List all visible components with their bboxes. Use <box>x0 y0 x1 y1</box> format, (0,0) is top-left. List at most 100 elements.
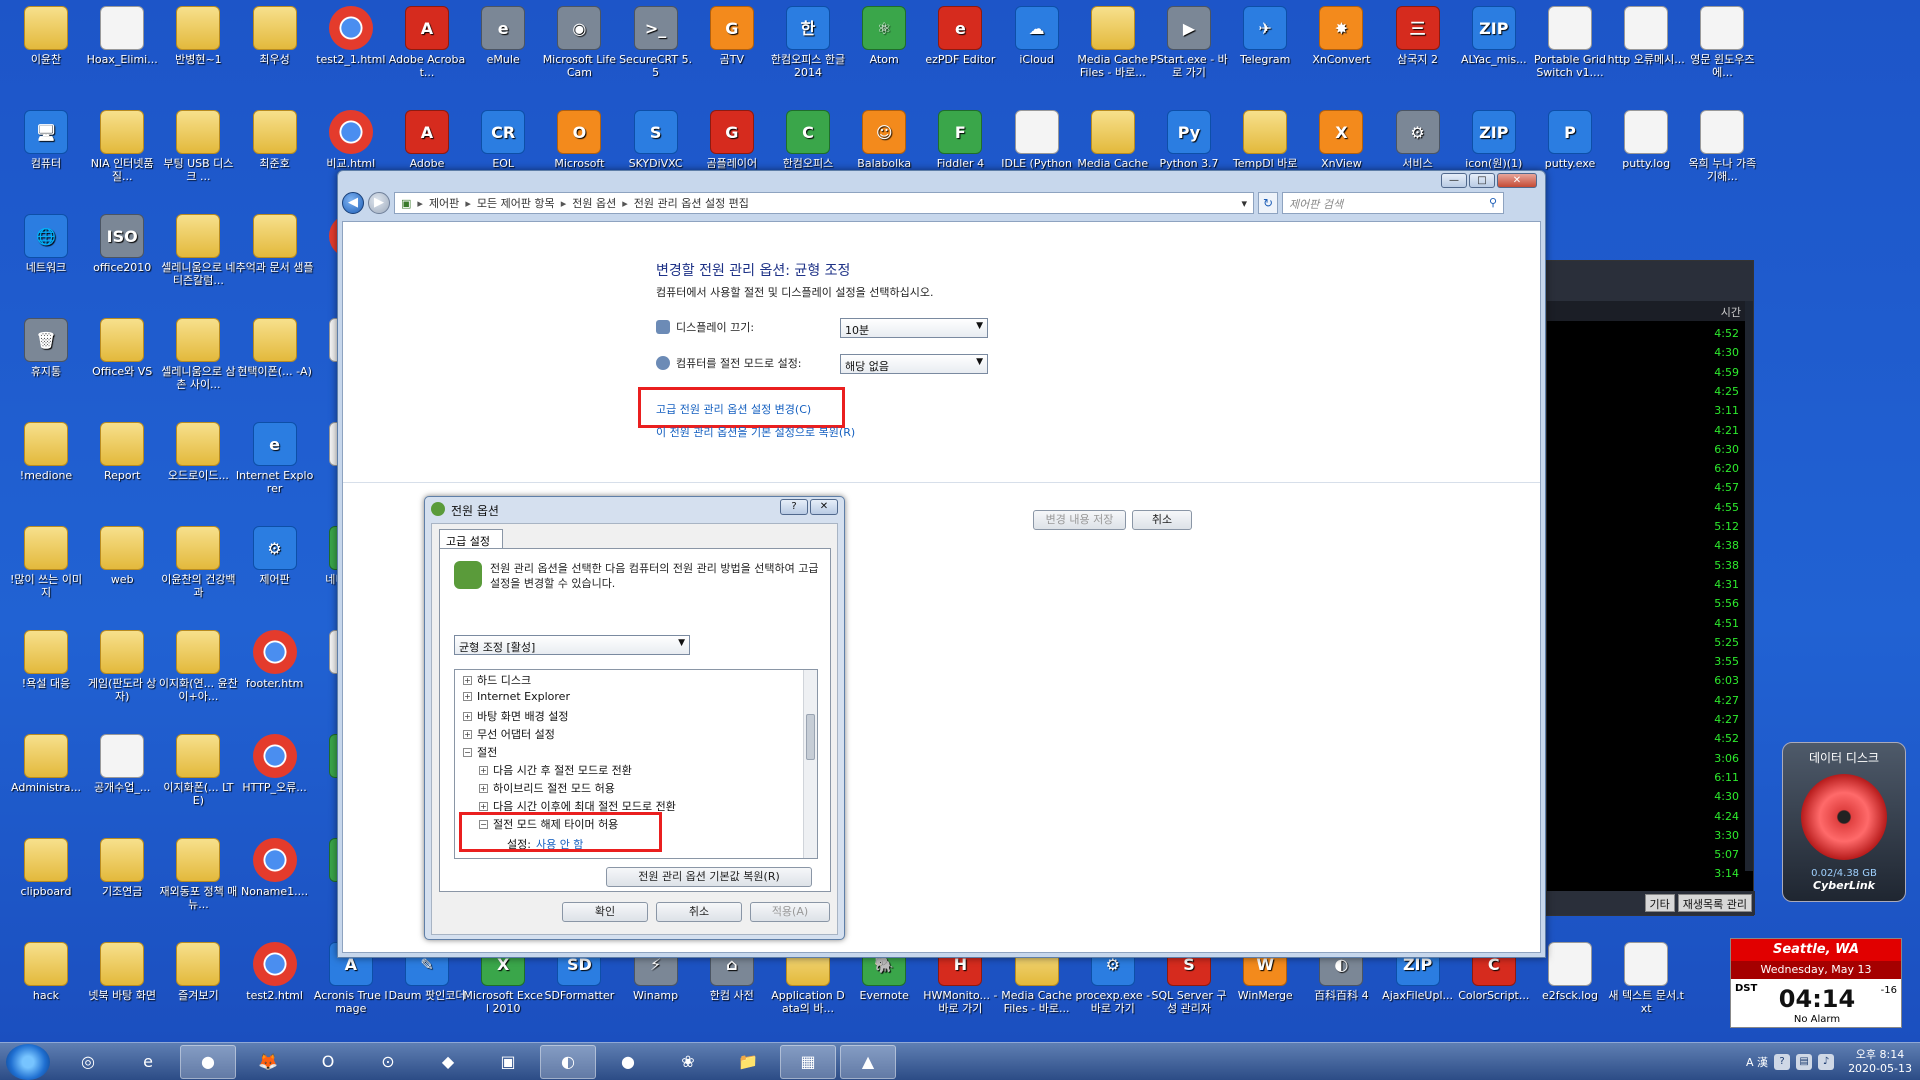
breadcrumb-4[interactable]: 전원 관리 옵션 설정 편집 <box>634 195 749 211</box>
player-etc-button[interactable]: 기타 <box>1644 894 1675 912</box>
address-dropdown-icon[interactable]: ▾ <box>1241 197 1247 210</box>
desktop-icon[interactable]: 재외동포 정책 매뉴... <box>158 834 238 934</box>
player-track-time[interactable]: 6:30 <box>1714 443 1739 456</box>
taskbar-app-button[interactable]: ▣ <box>480 1045 536 1079</box>
desktop-icon[interactable]: ◉ Microsoft LifeCam <box>539 2 619 102</box>
desktop-icon[interactable]: Office와 VS <box>82 314 162 414</box>
player-playlist-button[interactable]: 재생목록 관리 <box>1677 894 1752 912</box>
desktop-icon[interactable]: 추억과 문서 샘플 <box>235 210 315 310</box>
taskbar-app-button[interactable]: ▲ <box>840 1044 896 1079</box>
desktop-icon[interactable]: !욕설 대응 <box>6 626 86 726</box>
taskbar-app-button[interactable]: ● <box>180 1044 236 1079</box>
dialog-cancel-button[interactable]: 취소 <box>656 902 742 922</box>
close-button[interactable]: ✕ <box>1497 173 1537 188</box>
desktop-icon[interactable]: 넷북 바탕 화면 <box>82 938 162 1038</box>
desktop-icon[interactable]: >_ SecureCRT 5.5 <box>616 2 696 102</box>
taskbar-app-button[interactable]: ◎ <box>60 1045 116 1079</box>
tree-scrollbar[interactable] <box>803 670 817 858</box>
sleep-select[interactable]: 해당 없음 ▼ <box>840 354 988 374</box>
desktop-icon[interactable]: 최준호 <box>235 106 315 206</box>
restore-plan-defaults-button[interactable]: 전원 관리 옵션 기본값 복원(R) <box>606 867 812 887</box>
display-off-select[interactable]: 10분 ▼ <box>840 318 988 338</box>
player-track-time[interactable]: 3:30 <box>1714 829 1739 842</box>
dialog-close-button[interactable]: ✕ <box>810 499 838 515</box>
tree-item[interactable]: + 다음 시간 후 절전 모드로 전환 <box>479 762 632 778</box>
breadcrumb-3[interactable]: 전원 옵션 <box>572 195 616 211</box>
breadcrumb-2[interactable]: 모든 제어판 항목 <box>477 195 555 211</box>
desktop-icon[interactable]: ⚛ Atom <box>844 2 924 102</box>
desktop-icon[interactable]: Administra... <box>6 730 86 830</box>
desktop-icon[interactable]: !medione <box>6 418 86 518</box>
desktop-icon[interactable]: putty.log <box>1606 106 1686 206</box>
maximize-button[interactable]: □ <box>1469 173 1495 188</box>
desktop-icon[interactable]: 영문 윈도우즈에... <box>1682 2 1762 102</box>
desktop-icon[interactable]: A Adobe Acrobat... <box>387 2 467 102</box>
desktop-icon[interactable]: 게임(판도라 상자) <box>82 626 162 726</box>
desktop-icon[interactable]: test2.html <box>235 938 315 1038</box>
player-track-time[interactable]: 4:30 <box>1714 346 1739 359</box>
tray-language[interactable]: A 漢 <box>1746 1054 1768 1070</box>
desktop-icon[interactable]: ✈ Telegram <box>1225 2 1305 102</box>
desktop-icon[interactable]: Hoax_Elimi... <box>82 2 162 102</box>
player-track-time[interactable]: 4:27 <box>1714 694 1739 707</box>
player-track-time[interactable]: 3:11 <box>1714 404 1739 417</box>
desktop-icon[interactable]: e Internet Explorer <box>235 418 315 518</box>
tree-item[interactable]: + Internet Explorer <box>463 690 570 703</box>
desktop-icon[interactable]: e eMule <box>463 2 543 102</box>
desktop-icon[interactable]: 새 텍스트 문서.txt <box>1606 938 1686 1038</box>
save-changes-button[interactable]: 변경 내용 저장 <box>1033 510 1126 530</box>
expand-icon[interactable]: + <box>463 729 472 739</box>
player-track-time[interactable]: 4:51 <box>1714 617 1739 630</box>
player-track-time[interactable]: 4:52 <box>1714 732 1739 745</box>
taskbar-app-button[interactable]: e <box>120 1045 176 1079</box>
desktop-icon[interactable]: HTTP_오류... <box>235 730 315 830</box>
tree-item[interactable]: + 바탕 화면 배경 설정 <box>463 708 568 724</box>
tree-item[interactable]: + 하드 디스크 <box>463 672 531 688</box>
desktop-icon[interactable]: ▶ PStart.exe - 바로 가기 <box>1149 2 1229 102</box>
desktop-icon[interactable]: clipboard <box>6 834 86 934</box>
player-track-time[interactable]: 4:55 <box>1714 501 1739 514</box>
desktop-icon[interactable]: ✸ XnConvert <box>1301 2 1381 102</box>
desktop-icon[interactable]: NIA 인터넷품질... <box>82 106 162 206</box>
player-track-time[interactable]: 3:06 <box>1714 752 1739 765</box>
desktop-icon[interactable]: 옥희 누나 가족 기해... <box>1682 106 1762 206</box>
desktop-icon[interactable]: e ezPDF Editor <box>920 2 1000 102</box>
tree-item[interactable]: + 무선 어댑터 설정 <box>463 726 555 742</box>
taskbar-app-button[interactable]: ⊙ <box>360 1045 416 1079</box>
desktop-icon[interactable]: 오드로이드... <box>158 418 238 518</box>
data-disc-gadget[interactable]: 데이터 디스크 0.02/4.38 GB CyberLink <box>1782 742 1906 902</box>
volume-tray-icon[interactable]: ♪ <box>1818 1054 1835 1070</box>
desktop-icon[interactable]: 최우성 <box>235 2 315 102</box>
start-button[interactable] <box>6 1043 50 1080</box>
desktop-icon[interactable]: G 곰TV <box>692 2 772 102</box>
player-track-time[interactable]: 6:20 <box>1714 462 1739 475</box>
desktop-icon[interactable]: !많이 쓰는 이미지 <box>6 522 86 622</box>
settings-tree[interactable]: + 하드 디스크 + Internet Explorer + 바탕 화면 배경 설정 + 무선… <box>454 669 818 859</box>
desktop-icon[interactable]: 기조연금 <box>82 834 162 934</box>
player-track-time[interactable]: 5:25 <box>1714 636 1739 649</box>
desktop-icon[interactable]: ISO office2010 <box>82 210 162 310</box>
player-track-time[interactable]: 6:03 <box>1714 674 1739 687</box>
player-track-time[interactable]: 4:31 <box>1714 578 1739 591</box>
restore-defaults-link[interactable]: 이 전원 관리 옵션을 기본 설정으로 복원(R) <box>656 424 855 440</box>
apply-button[interactable]: 적용(A) <box>750 902 830 922</box>
player-track-time[interactable]: 4:25 <box>1714 385 1739 398</box>
expand-icon[interactable]: + <box>479 765 488 775</box>
ok-button[interactable]: 확인 <box>562 902 648 922</box>
desktop-icon[interactable]: 三 삼국지 2 <box>1378 2 1458 102</box>
desktop-icon[interactable]: Report <box>82 418 162 518</box>
player-track-time[interactable]: 6:11 <box>1714 771 1739 784</box>
player-track-time[interactable]: 4:57 <box>1714 481 1739 494</box>
cancel-button[interactable]: 취소 <box>1132 510 1192 530</box>
power-plan-select[interactable]: 균형 조정 [활성] ▼ <box>454 635 690 655</box>
player-track-time[interactable]: 4:27 <box>1714 713 1739 726</box>
desktop-icon[interactable]: ⚙ 제어판 <box>235 522 315 622</box>
player-track-time[interactable]: 4:52 <box>1714 327 1739 340</box>
help-tray-icon[interactable]: ? <box>1774 1054 1791 1070</box>
taskbar-app-button[interactable]: O <box>300 1045 356 1079</box>
tree-item[interactable]: + 하이브리드 절전 모드 허용 <box>479 780 615 796</box>
desktop-icon[interactable]: web <box>82 522 162 622</box>
minimize-button[interactable]: — <box>1441 173 1467 188</box>
expand-icon[interactable]: + <box>479 783 488 793</box>
desktop-icon[interactable]: Portable Grid Switch v1.... <box>1530 2 1610 102</box>
